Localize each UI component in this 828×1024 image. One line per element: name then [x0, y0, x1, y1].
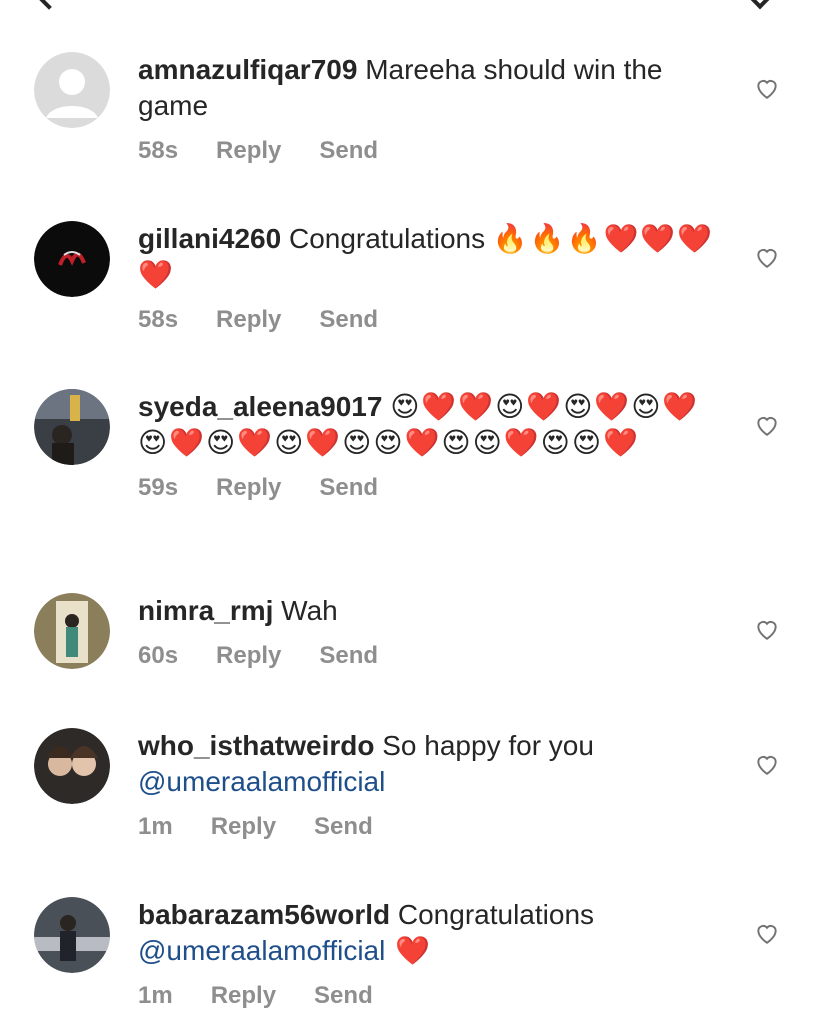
heart-outline-icon [757, 249, 777, 268]
comment-mention-link[interactable]: @umeraalamofficial [138, 766, 385, 797]
profile-photo-icon [34, 389, 110, 465]
like-button[interactable] [754, 616, 780, 642]
send-button[interactable]: Send [319, 641, 378, 671]
chevron-left-icon[interactable] [36, 0, 62, 10]
comment-actions: 58s Reply Send [138, 136, 718, 166]
comment-text: nimra_rmj Wah [138, 593, 718, 629]
comment-actions: 59s Reply Send [138, 473, 718, 503]
send-button[interactable]: Send [319, 305, 378, 335]
heart-outline-icon [757, 756, 777, 775]
reply-button[interactable]: Reply [216, 136, 281, 166]
heart-outline-icon [757, 417, 777, 436]
reply-button[interactable]: Reply [216, 473, 281, 503]
comment-username[interactable]: babarazam56world [138, 899, 390, 930]
comment-actions: 1m Reply Send [138, 981, 718, 1011]
heart-outline-icon [757, 80, 777, 99]
avatar[interactable] [34, 897, 110, 973]
avatar[interactable] [34, 221, 110, 297]
like-button[interactable] [754, 751, 780, 777]
reply-button[interactable]: Reply [216, 305, 281, 335]
reply-button[interactable]: Reply [216, 641, 281, 671]
comment-username[interactable]: syeda_aleena9017 [138, 391, 382, 422]
send-button[interactable]: Send [319, 136, 378, 166]
comment-message: Congratulations [390, 899, 595, 930]
comment-timestamp: 60s [138, 642, 179, 669]
comment-username[interactable]: nimra_rmj [138, 595, 273, 626]
comment-actions: 1m Reply Send [138, 812, 718, 842]
send-button[interactable]: Send [319, 473, 378, 503]
comment-timestamp: 58s [138, 306, 179, 333]
heart-outline-icon [757, 925, 777, 944]
comment-emojis: ❤️ [385, 935, 432, 966]
profile-photo-icon [34, 897, 110, 973]
avatar[interactable] [34, 389, 110, 465]
comment-text: amnazulfiqar709 Mareeha should win the g… [138, 52, 718, 124]
heart-outline-icon [757, 621, 777, 640]
like-button[interactable] [754, 412, 780, 438]
comment-timestamp: 59s [138, 474, 179, 501]
chevron-down-icon[interactable] [748, 0, 772, 10]
comment-text: babarazam56world Congratulations @umeraa… [138, 897, 718, 969]
avatar[interactable] [34, 52, 110, 128]
send-button[interactable]: Send [314, 812, 373, 842]
profile-photo-icon [34, 221, 110, 297]
comment-username[interactable]: who_isthatweirdo [138, 730, 374, 761]
top-bar [0, 0, 828, 14]
comment-message: Congratulations [281, 223, 493, 254]
like-button[interactable] [754, 920, 780, 946]
comment-message: So happy for you [374, 730, 594, 761]
like-button[interactable] [754, 244, 780, 270]
default-avatar-icon [34, 52, 110, 128]
comment-text: who_isthatweirdo So happy for you @umera… [138, 728, 718, 800]
comment-username[interactable]: gillani4260 [138, 223, 281, 254]
comment-actions: 60s Reply Send [138, 641, 718, 671]
comment-username[interactable]: amnazulfiqar709 [138, 54, 357, 85]
comment-actions: 58s Reply Send [138, 305, 718, 335]
profile-photo-icon [34, 728, 110, 804]
comment-mention-link[interactable]: @umeraalamofficial [138, 935, 385, 966]
reply-button[interactable]: Reply [211, 981, 276, 1011]
avatar[interactable] [34, 728, 110, 804]
like-button[interactable] [754, 75, 780, 101]
reply-button[interactable]: Reply [211, 812, 276, 842]
avatar[interactable] [34, 593, 110, 669]
comment-text: gillani4260 Congratulations 🔥🔥🔥❤️❤️❤️❤️ [138, 221, 718, 293]
send-button[interactable]: Send [314, 981, 373, 1011]
comment-timestamp: 58s [138, 137, 179, 164]
comment-text: syeda_aleena9017 😍❤️❤️😍❤️😍❤️😍❤️😍❤️😍❤️😍❤️… [138, 389, 718, 461]
comment-message: Wah [273, 595, 338, 626]
profile-photo-icon [34, 593, 110, 669]
comment-timestamp: 1m [138, 982, 173, 1009]
comment-timestamp: 1m [138, 813, 173, 840]
